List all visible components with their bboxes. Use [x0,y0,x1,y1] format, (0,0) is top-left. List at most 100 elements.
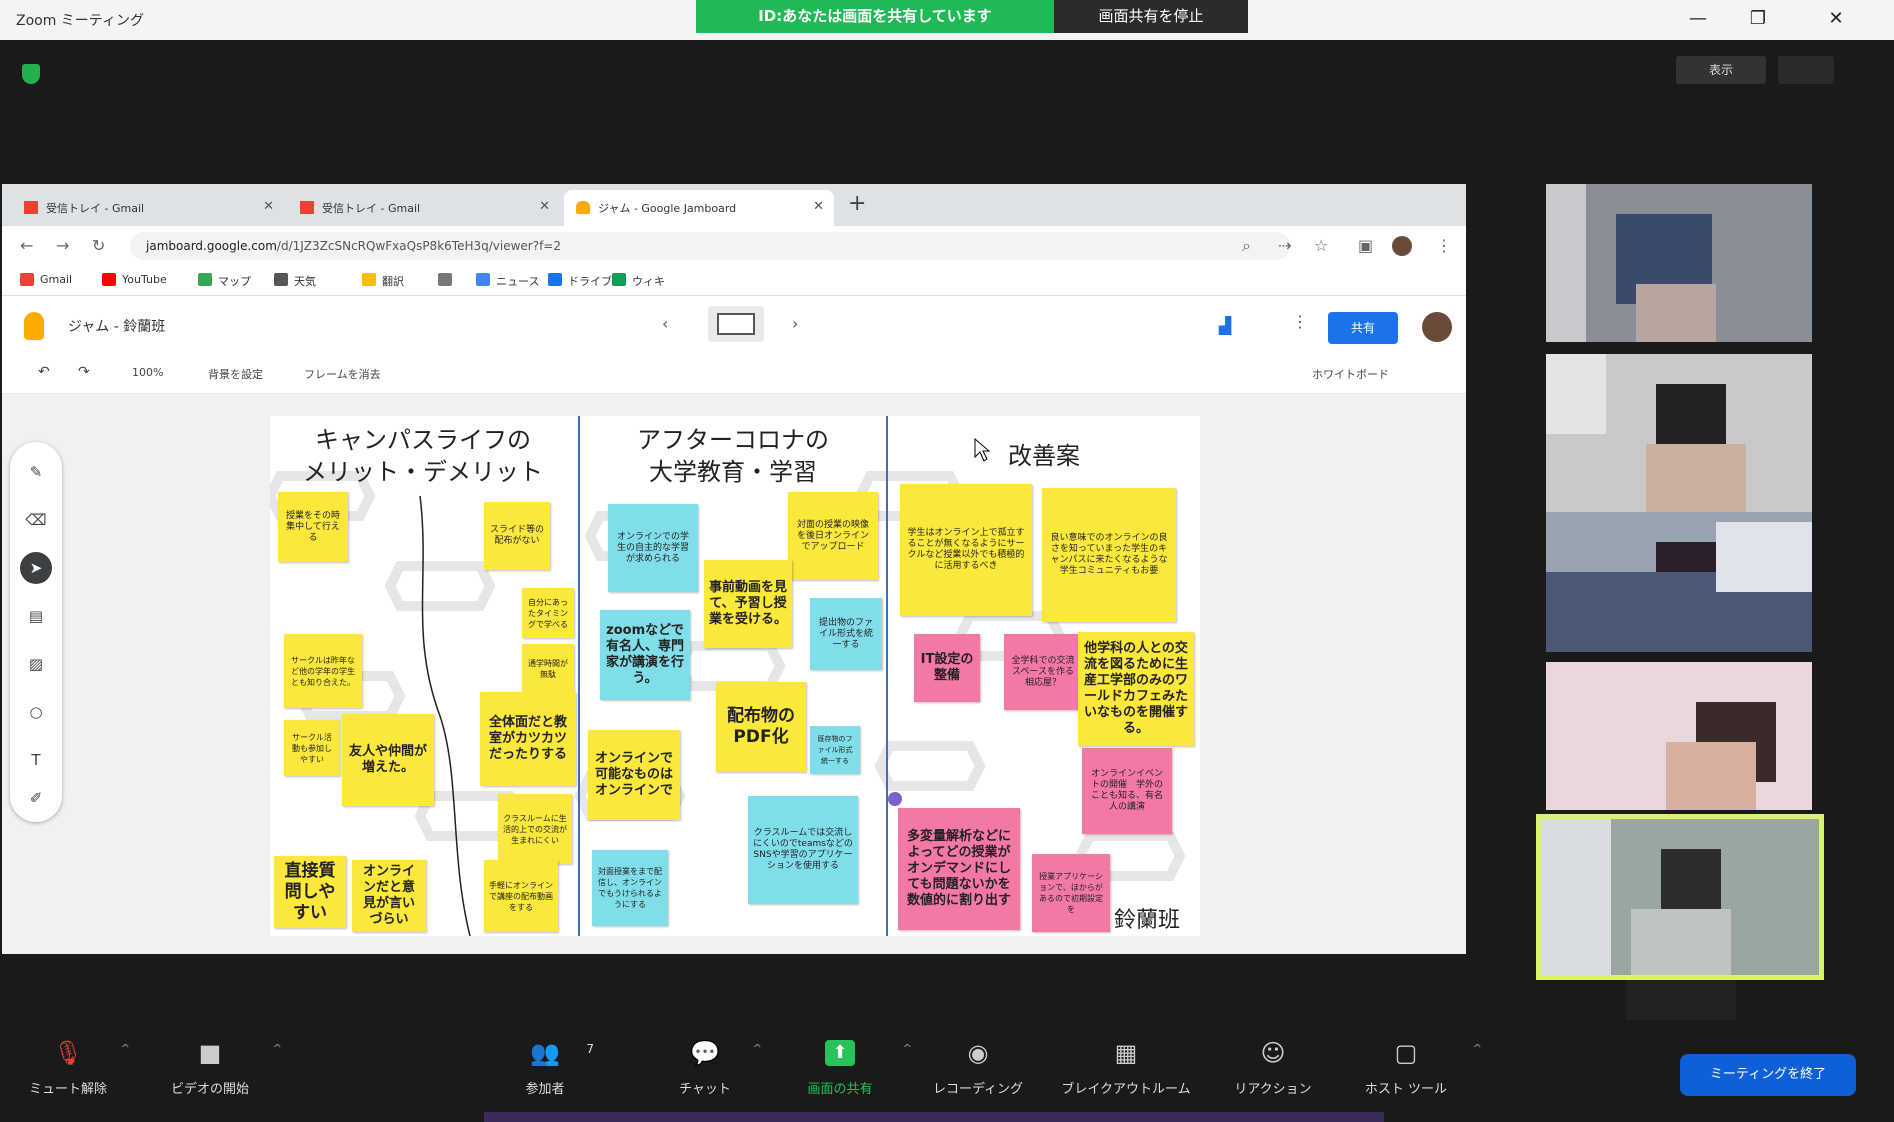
reactions-button[interactable]: ☺ リアクション [1228,1040,1318,1097]
sticky-note-icon[interactable]: ▤ [20,600,52,632]
participant-video-tile[interactable] [1546,512,1812,652]
profile-avatar[interactable] [1392,236,1412,256]
chevron-up-icon[interactable]: ^ [121,1042,130,1055]
sticky-note[interactable]: 対面授業をまで配信し、オンラインでもうけられるようにする [592,850,668,926]
extension-icon[interactable]: ▣ [1358,236,1373,255]
reload-icon[interactable]: ↻ [92,236,105,255]
more-button[interactable]: ▢ ホスト ツール ^ [1352,1040,1482,1097]
sticky-note[interactable]: 事前動画を見て、予習し授業を受ける。 [704,560,792,648]
redo-icon[interactable]: ↷ [78,364,90,380]
end-meeting-button[interactable]: ミーティングを終了 [1680,1054,1856,1096]
browser-tab-active[interactable]: ジャム - Google Jamboard ✕ [564,190,834,226]
undo-icon[interactable]: ↶ [38,364,50,380]
sticky-note[interactable]: zoomなどで有名人、専門家が講演を行う。 [600,610,690,700]
sticky-note[interactable]: クラスルームに生活的上での交流が生まれにくい [498,794,572,864]
previous-frame-icon[interactable]: ‹ [662,314,668,333]
participant-video-tile[interactable] [1546,662,1812,810]
select-icon[interactable]: ➤ [20,552,52,584]
bookmark-item[interactable]: 天気 [274,273,316,289]
star-icon[interactable]: ☆ [1314,236,1328,255]
sticky-note[interactable]: 授業をその時集中して行える [278,492,348,562]
bookmark-item[interactable]: ニュース [476,273,539,289]
close-icon[interactable]: ✕ [539,199,550,214]
text-box-icon[interactable]: T [20,744,52,776]
share-screen-button[interactable]: ⬆ 画面の共有 ^ [790,1040,912,1097]
frame-thumbnail[interactable] [717,313,755,335]
bookmark-item[interactable]: Gmail [20,273,72,286]
bookmark-item[interactable]: マップ [198,273,251,289]
record-button[interactable]: ◉ レコーディング [928,1040,1028,1097]
sticky-note[interactable]: 直接質問しやすい [274,856,346,928]
breakout-rooms-button[interactable]: ▦ ブレイクアウトルーム [1056,1040,1196,1097]
participant-video-tile[interactable] [1546,184,1812,342]
close-icon[interactable]: ✕ [1822,8,1850,32]
sticky-note[interactable]: 友人や仲間が増えた。 [342,714,434,806]
share-button[interactable]: 共有 [1328,312,1398,344]
close-icon[interactable]: ✕ [263,199,274,214]
unmute-button[interactable]: 🎙 ミュート解除 ^ [28,1040,130,1097]
sticky-note[interactable]: 他学科の人との交流を図るために生産工学部のみのワールドカフェみたいなものを開催す… [1078,632,1194,746]
sticky-note[interactable]: クラスルームでは交流しにくいのでteamsなどのSNSや学習のアプリケーションを… [748,796,858,904]
active-speaker-tile[interactable] [1536,814,1824,980]
sticky-note[interactable]: 配布物のPDF化 [716,682,806,772]
sticky-note[interactable]: 良い意味でのオンラインの良さを知っていまった学生のキャンパスに来たくなるような学… [1042,488,1176,622]
zoom-icon[interactable]: ⌕ [1242,236,1251,256]
sticky-note[interactable]: IT設定の整備 [914,634,980,702]
chevron-up-icon[interactable]: ^ [273,1042,282,1055]
stats-icon[interactable]: ▟ [1210,312,1240,340]
circle-icon[interactable]: ○ [20,696,52,728]
sticky-note[interactable]: 全学科での交流スペースを作る相応屋？ [1004,634,1082,710]
share-icon[interactable]: ⇢ [1278,236,1291,255]
maximize-icon[interactable]: ❐ [1744,8,1772,32]
jamboard-frame[interactable]: キャンパスライフの メリット・デメリット アフターコロナの 大学教育・学習 改善… [270,416,1200,936]
zoom-level[interactable]: 100% [132,366,163,379]
chat-button[interactable]: 💬 チャット ^ [670,1040,762,1097]
next-frame-icon[interactable]: › [792,314,798,333]
sticky-note[interactable]: 既存物のファイル形式統一する [810,726,860,774]
bookmark-item[interactable]: ドライブ [548,273,612,289]
chevron-up-icon[interactable]: ^ [753,1042,762,1055]
participant-video-tile[interactable] [1546,354,1812,512]
set-background-button[interactable]: 背景を設定 [208,366,263,382]
sticky-note[interactable]: 通学時間が無駄 [522,644,574,694]
pen-icon[interactable]: ✎ [20,456,52,488]
jamboard-logo-icon[interactable] [24,312,44,340]
more-options-icon[interactable]: ⋮ [1292,312,1308,331]
image-icon[interactable]: ▨ [20,648,52,680]
forward-icon[interactable]: → [56,236,69,255]
new-tab-icon[interactable]: + [848,191,866,216]
stop-share-button[interactable]: 画面共有を停止 [1054,0,1248,33]
sticky-note[interactable]: 手軽にオンラインで講座の配布動画をする [484,860,558,932]
close-icon[interactable]: ✕ [813,199,824,214]
sticky-note[interactable]: オンラインイベントの開催 学外のことも知る、有名人の講演 [1082,748,1172,834]
laser-icon[interactable]: ✐ [20,782,52,814]
view-button[interactable]: 表示 [1676,56,1766,84]
sticky-note[interactable]: 自分にあったタイミングで学べる [522,588,574,638]
eraser-icon[interactable]: ⌫ [20,504,52,536]
sticky-note[interactable]: オンラインでの学生の自主的な学習が求められる [608,504,698,592]
minimize-icon[interactable]: — [1684,8,1712,32]
sticky-note[interactable]: サークル活動も参加しやすい [284,720,340,776]
sticky-note[interactable]: 対面の授業の映像を後日オンラインでアップロード [788,492,878,580]
url-field[interactable]: jamboard.google.com/d/1JZ3ZcSNcRQwFxaQsP… [130,232,1290,260]
sticky-note[interactable]: 多変量解析などによってどの授業がオンデマンドにしても問題ないかを数値的に割り出す [898,808,1020,930]
fullscreen-icon[interactable] [1778,56,1834,84]
avatar[interactable] [1422,312,1452,342]
bookmark-item[interactable]: 翻訳 [362,273,404,289]
sticky-note[interactable]: サークルは昨年など他の学年の学生とも知り合えた。 [284,634,362,708]
chevron-up-icon[interactable]: ^ [1473,1042,1482,1055]
security-shield-icon[interactable] [22,64,40,84]
jamboard-title[interactable]: ジャム - 鈴蘭班 [68,316,165,336]
chevron-up-icon[interactable]: ^ [903,1042,912,1055]
clear-frame-button[interactable]: フレームを消去 [304,366,381,382]
participants-button[interactable]: 👥 参加者 7 [510,1040,594,1097]
sticky-note[interactable]: 提出物のファイル形式を統一する [810,598,882,670]
browser-tab[interactable]: 受信トレイ - Gmail ✕ [288,190,560,226]
menu-icon[interactable]: ⋮ [1436,236,1452,255]
back-icon[interactable]: ← [20,236,33,255]
sticky-note[interactable]: オンラインで可能なものはオンラインで [588,730,680,820]
bookmark-item[interactable]: YouTube [102,273,167,286]
bookmark-item[interactable]: ウィキ [612,273,665,289]
browser-tab[interactable]: 受信トレイ - Gmail ✕ [12,190,284,226]
sticky-note[interactable]: スライド等の配布がない [484,502,550,570]
